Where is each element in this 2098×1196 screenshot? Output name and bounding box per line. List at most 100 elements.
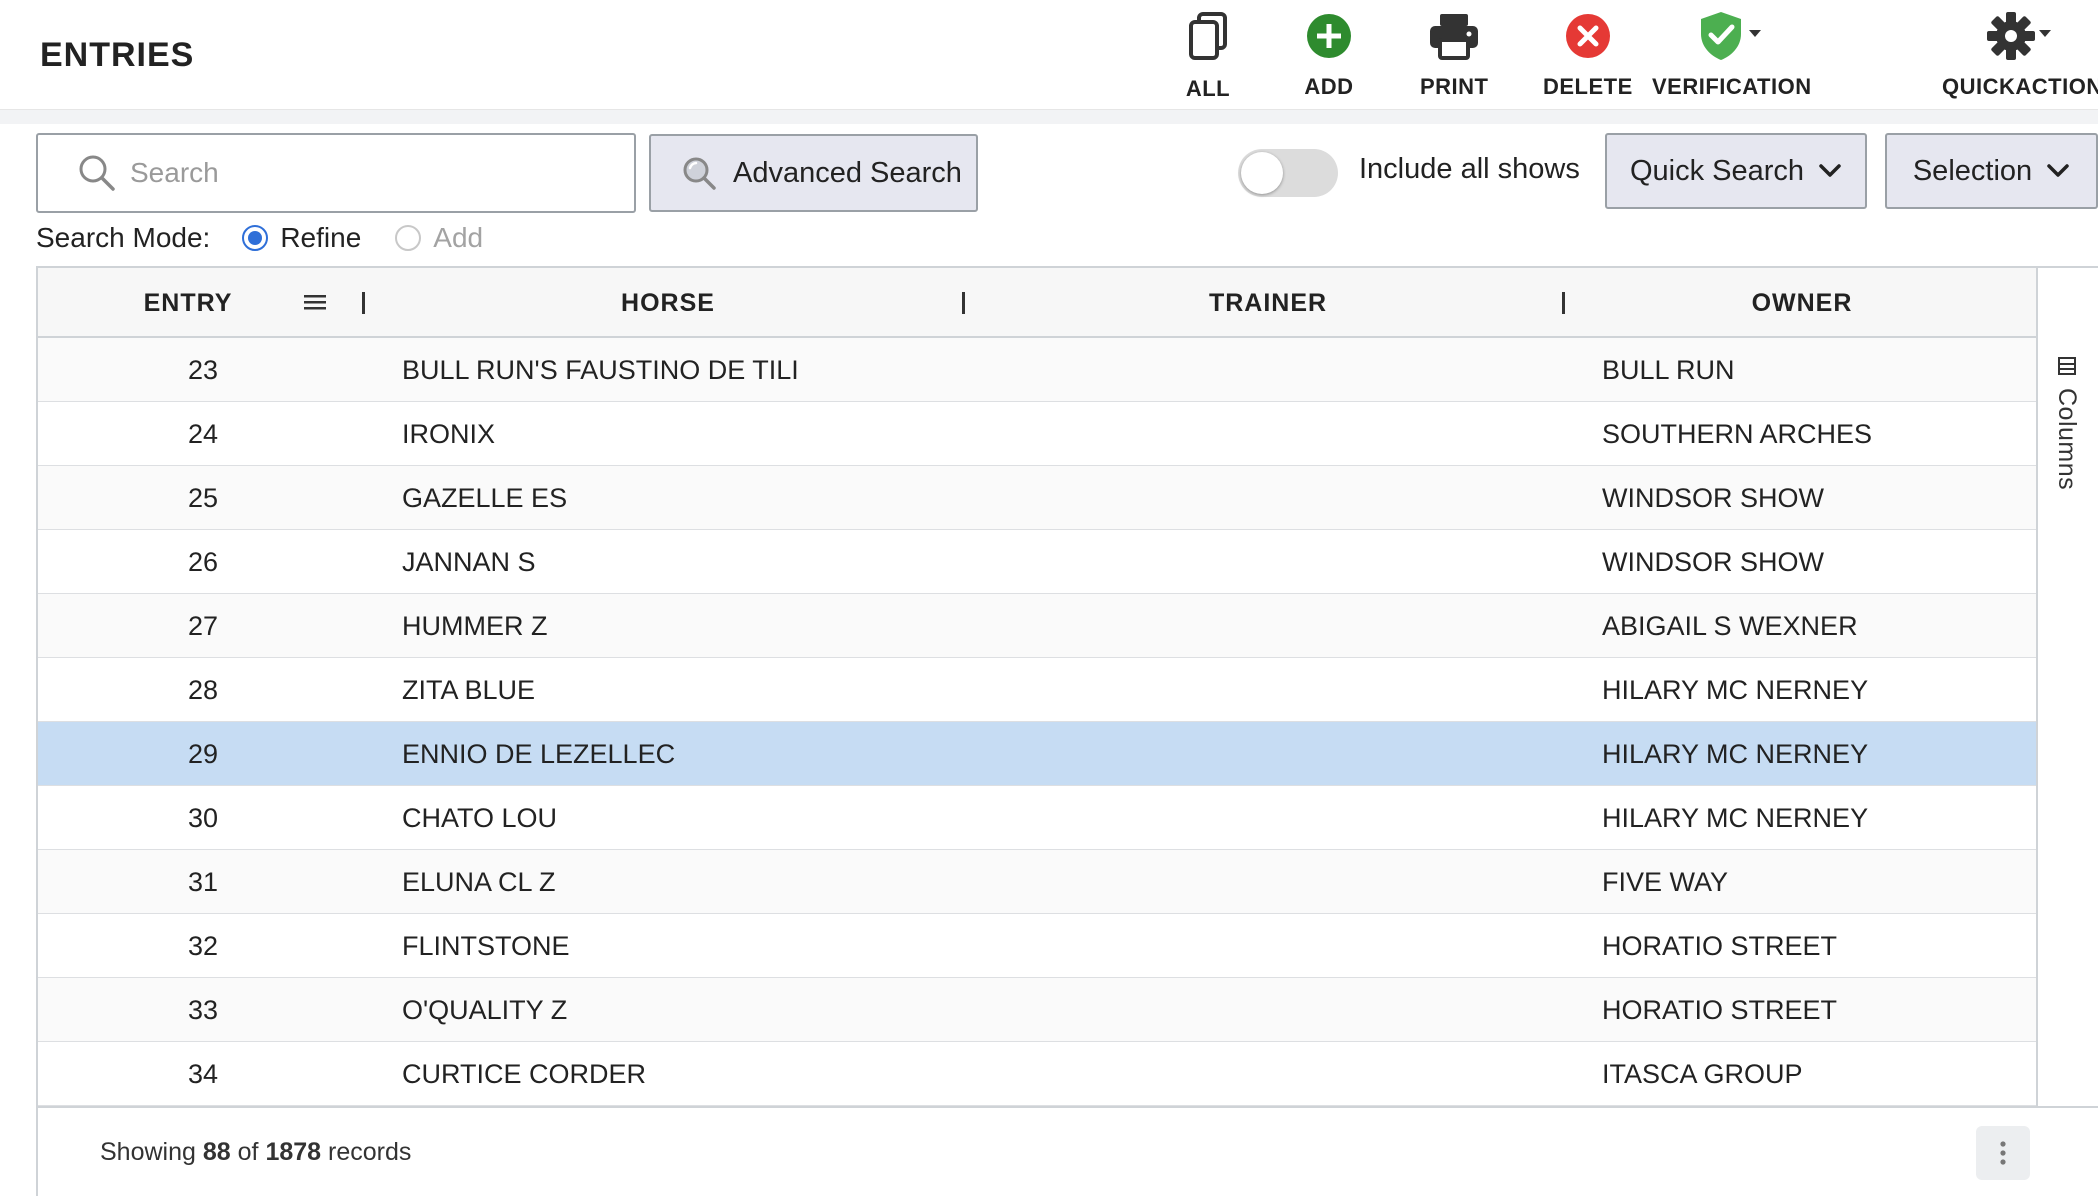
horse-cell: ELUNA CL Z [402,866,556,897]
add-label: ADD [1304,74,1354,99]
verification-button[interactable]: VERIFICATION [1652,10,1812,100]
status-of: of [237,1138,259,1166]
table-row[interactable]: 31 ELUNA CL Z FIVE WAY [38,850,2036,914]
chevron-down-icon [2047,164,2069,177]
entry-cell: 23 [187,354,219,385]
print-label: PRINT [1420,74,1489,99]
search-box[interactable] [36,133,636,213]
more-options-button[interactable] [1976,1126,2030,1180]
table-row[interactable]: 27 HUMMER Z ABIGAIL S WEXNER [38,594,2036,658]
status-prefix: Showing [100,1138,196,1166]
column-header-trainer[interactable]: TRAINER [968,268,1568,338]
toggle-knob [1241,152,1283,194]
grid-header: ENTRY HORSE TRAINER OWNER [38,268,2036,338]
column-resize-handle[interactable] [962,292,965,314]
table-row[interactable]: 33 O'QUALITY Z HORATIO STREET [38,978,2036,1042]
horse-cell: CHATO LOU [402,802,558,833]
horse-cell: JANNAN S [402,546,536,577]
table-row[interactable]: 26 JANNAN S WINDSOR SHOW [38,530,2036,594]
search-icon [683,157,716,190]
column-resize-handle[interactable] [1562,292,1565,314]
print-button[interactable]: PRINT [1420,10,1489,100]
grid-footer: Showing 88 of 1878 records [38,1106,2098,1196]
advanced-search-button[interactable]: Advanced Search [649,134,978,212]
header-divider [0,110,2098,124]
advanced-search-label: Advanced Search [733,156,962,189]
entry-cell: 33 [187,994,219,1025]
include-all-shows-toggle[interactable] [1238,149,1338,197]
search-mode-row: Search Mode: Refine Add [36,220,483,256]
horse-cell: CURTICE CORDER [402,1058,647,1089]
owner-cell: BULL RUN [1602,354,1735,385]
entry-cell: 34 [187,1058,219,1089]
owner-cell: HORATIO STREET [1602,930,1838,961]
entry-cell: 24 [187,418,219,449]
horse-cell: FLINTSTONE [402,930,570,961]
table-row[interactable]: 25 GAZELLE ES WINDSOR SHOW [38,466,2036,530]
entry-cell: 32 [187,930,219,961]
owner-cell: WINDSOR SHOW [1602,482,1824,513]
owner-cell: HILARY MC NERNEY [1602,674,1869,705]
include-all-shows-label: Include all shows [1359,153,1580,185]
columns-tab-label: Columns [2053,388,2081,491]
more-vertical-icon [2000,1141,2006,1165]
quickaction-label: QUICKACTION [1942,74,2098,99]
entry-cell: 30 [187,802,219,833]
column-header-entry-label: ENTRY [143,288,233,317]
column-header-owner[interactable]: OWNER [1568,268,2036,338]
table-row[interactable]: 28 ZITA BLUE HILARY MC NERNEY [38,658,2036,722]
delete-button[interactable]: DELETE [1543,10,1633,100]
delete-circle-icon [1558,10,1618,62]
entries-grid: ENTRY HORSE TRAINER OWNER 23 BULL RUN'S F… [36,266,2098,1196]
grid-body: 23 BULL RUN'S FAUSTINO DE TILI BULL RUN 24 I… [38,338,2036,1106]
columns-tool-tab[interactable]: Columns [2052,356,2081,490]
side-panel: Columns [2036,268,2098,1106]
horse-cell: O'QUALITY Z [402,994,568,1025]
columns-icon [2057,357,2076,375]
owner-cell: SOUTHERN ARCHES [1602,418,1873,449]
delete-label: DELETE [1543,74,1633,99]
entry-cell: 27 [187,610,219,641]
status-shown-count: 88 [202,1138,231,1166]
add-button[interactable]: ADD [1299,10,1359,100]
quickaction-button[interactable]: QUICKACTION [1942,10,2098,100]
selection-dropdown[interactable]: Selection [1885,133,2098,209]
table-row[interactable]: 24 IRONIX SOUTHERN ARCHES [38,402,2036,466]
radio-selected-icon [242,225,269,251]
owner-cell: HILARY MC NERNEY [1602,738,1869,769]
chevron-down-icon [1748,30,1761,37]
owner-cell: ABIGAIL S WEXNER [1602,610,1858,641]
top-toolbar: ENTRIES ALL ADD PRINT DELETE VERIFICATIO… [0,0,2098,110]
search-input[interactable] [130,157,610,189]
all-button[interactable]: ALL [1178,10,1238,102]
page-title: ENTRIES [40,36,195,74]
refine-radio[interactable]: Refine [242,222,361,254]
refine-label: Refine [280,222,362,253]
table-row[interactable]: 29 ENNIO DE LEZELLEC HILARY MC NERNEY [38,722,2036,786]
status-suffix: records [328,1138,412,1166]
shield-check-icon [1692,10,1772,62]
horse-cell: IRONIX [402,418,496,449]
entry-cell: 25 [187,482,219,513]
column-header-trainer-label: TRAINER [1208,288,1328,317]
gear-icon [1982,10,2062,62]
record-count-status: Showing 88 of 1878 records [100,1138,411,1167]
column-header-owner-label: OWNER [1751,288,1853,317]
table-row[interactable]: 23 BULL RUN'S FAUSTINO DE TILI BULL RUN [38,338,2036,402]
owner-cell: FIVE WAY [1602,866,1729,897]
column-header-horse[interactable]: HORSE [368,268,968,338]
all-label: ALL [1185,76,1231,101]
column-resize-handle[interactable] [362,292,365,314]
quick-search-dropdown[interactable]: Quick Search [1605,133,1867,209]
table-row[interactable]: 32 FLINTSTONE HORATIO STREET [38,914,2036,978]
column-menu-icon[interactable] [304,292,326,312]
table-row[interactable]: 34 CURTICE CORDER ITASCA GROUP [38,1042,2036,1106]
horse-cell: ENNIO DE LEZELLEC [402,738,676,769]
horse-cell: ZITA BLUE [402,674,536,705]
column-header-horse-label: HORSE [621,288,715,317]
selection-label: Selection [1912,154,2033,187]
add-radio[interactable]: Add [395,222,483,254]
column-header-entry[interactable]: ENTRY [38,268,338,338]
table-row[interactable]: 30 CHATO LOU HILARY MC NERNEY [38,786,2036,850]
chevron-down-icon [1819,164,1841,177]
